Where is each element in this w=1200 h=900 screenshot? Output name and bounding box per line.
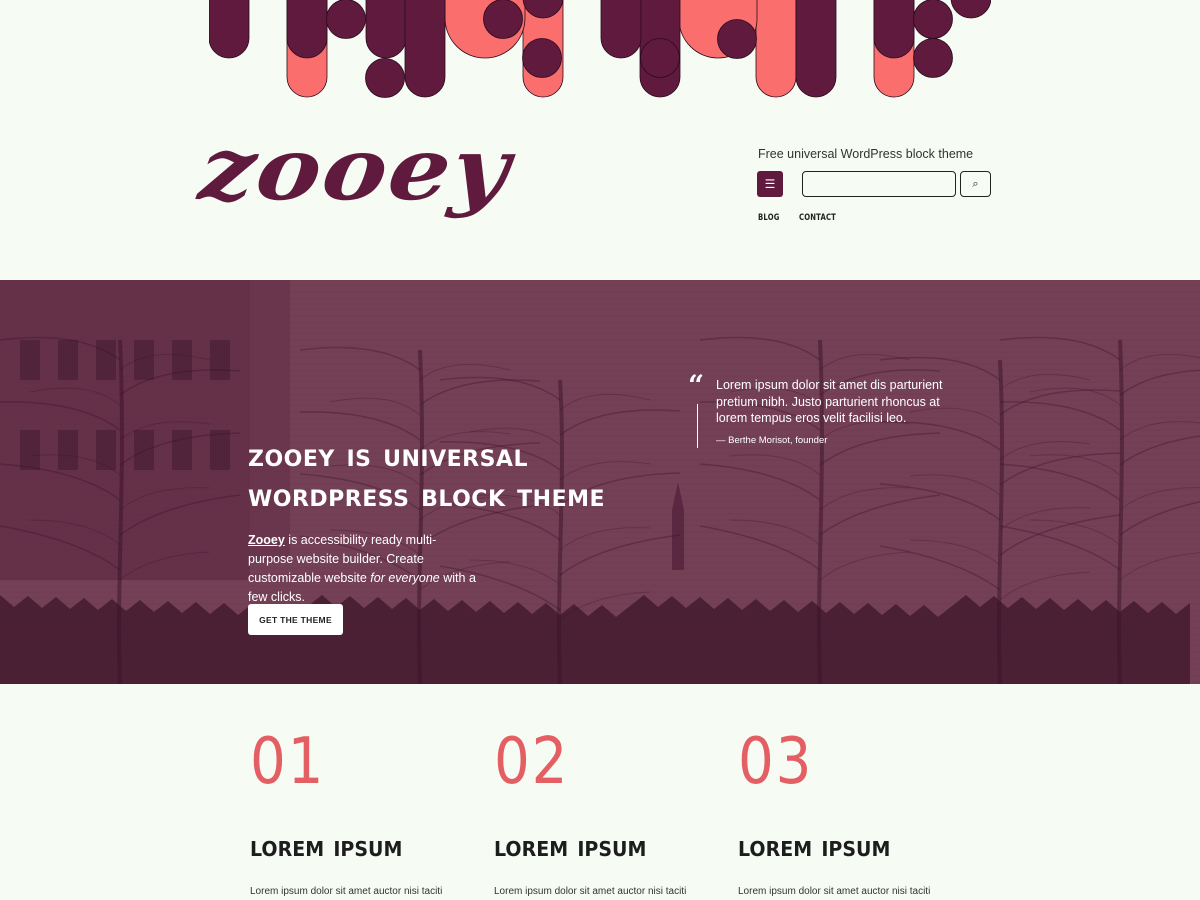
feature-number: 03 <box>738 725 814 799</box>
feature-number: 01 <box>250 725 326 799</box>
site-tagline: Free universal WordPress block theme <box>758 147 974 161</box>
hero-title: Zooey is universal WordPress block theme <box>248 435 605 515</box>
hero-description: Zooey is accessibility ready multi-purpo… <box>248 531 478 607</box>
primary-nav: BLOG CONTACT <box>758 213 843 223</box>
get-theme-button[interactable]: GET THE THEME <box>248 604 343 635</box>
search-input[interactable] <box>802 171 956 197</box>
feature-title: Lorem ipsum <box>250 830 403 863</box>
quote-icon: “ <box>688 369 705 402</box>
nav-blog[interactable]: BLOG <box>758 213 780 223</box>
hero-quote: Lorem ipsum dolor sit amet dis parturien… <box>716 378 943 425</box>
hero-section: “ Lorem ipsum dolor sit amet dis parturi… <box>0 280 1200 684</box>
menu-icon: ☰ <box>764 177 776 191</box>
nav-contact[interactable]: CONTACT <box>799 213 836 223</box>
quote-citation: — Berthe Morisot, founder <box>716 435 828 446</box>
site-logo[interactable]: zooey <box>194 118 518 220</box>
feature-title: Lorem ipsum <box>738 830 891 863</box>
feature-3: 03 Lorem ipsum Lorem ipsum dolor sit ame… <box>738 720 958 900</box>
hero-title-line1: Zooey is universal <box>248 436 528 474</box>
search-button[interactable]: ⌕ <box>960 171 991 197</box>
feature-2: 02 Lorem ipsum Lorem ipsum dolor sit ame… <box>494 720 714 900</box>
feature-number: 02 <box>494 725 570 799</box>
menu-button[interactable]: ☰ <box>757 171 783 197</box>
feature-body: Lorem ipsum dolor sit amet auctor nisi t… <box>738 886 931 897</box>
feature-body: Lorem ipsum dolor sit amet auctor nisi t… <box>250 886 443 897</box>
feature-body: Lorem ipsum dolor sit amet auctor nisi t… <box>494 886 687 897</box>
search-icon: ⌕ <box>972 177 979 190</box>
feature-title: Lorem ipsum <box>494 830 647 863</box>
hero-title-line2: WordPress block theme <box>248 476 606 514</box>
brand-link[interactable]: Zooey <box>248 533 285 547</box>
hero-text-emphasis: for everyone <box>370 571 440 585</box>
feature-1: 01 Lorem ipsum Lorem ipsum dolor sit ame… <box>250 720 470 900</box>
quote-divider <box>697 404 698 448</box>
decorative-pattern <box>209 0 991 98</box>
